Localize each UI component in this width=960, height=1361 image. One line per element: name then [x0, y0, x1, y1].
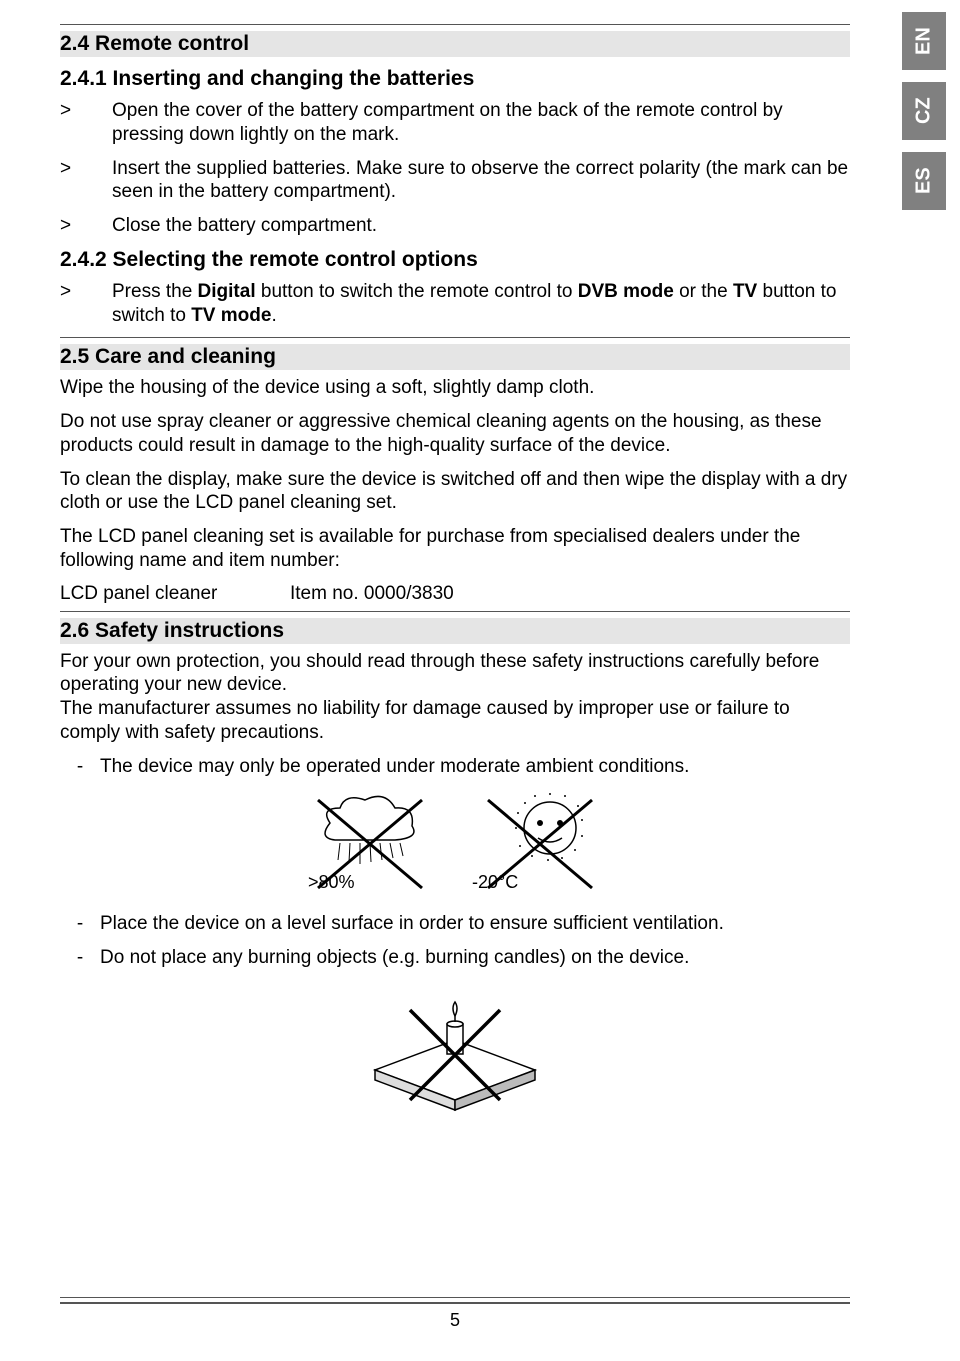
text: button to switch the remote control to [256, 281, 578, 302]
rule [60, 611, 850, 612]
lang-tab-en[interactable]: EN [902, 12, 946, 70]
heading-2-5: 2.5 Care and cleaning [60, 344, 850, 370]
list-text: Insert the supplied batteries. Make sure… [112, 157, 850, 205]
page-number: 5 [60, 1310, 850, 1331]
item-number: Item no. 0000/3830 [290, 583, 454, 605]
heading-2-4: 2.4 Remote control [60, 31, 850, 57]
marker: > [60, 214, 112, 238]
rule-thin [60, 1297, 850, 1298]
heading-2-4-1: 2.4.1 Inserting and changing the batteri… [60, 67, 850, 91]
marker: - [60, 946, 100, 970]
list-item: > Open the cover of the battery compartm… [60, 99, 850, 147]
rule-thick [60, 1302, 850, 1304]
marker: > [60, 99, 112, 123]
item-number-line: LCD panel cleaner Item no. 0000/3830 [60, 583, 850, 605]
humidity-temperature-figure: >80% -20°C [60, 788, 850, 898]
bold-tv-mode: TV mode [191, 305, 271, 326]
rule [60, 337, 850, 338]
list-item: - Place the device on a level surface in… [60, 912, 850, 936]
bold-dvb-mode: DVB mode [578, 281, 674, 302]
heading-2-4-2: 2.4.2 Selecting the remote control optio… [60, 248, 850, 272]
list-text: Place the device on a level surface in o… [100, 912, 850, 936]
paragraph: The LCD panel cleaning set is available … [60, 525, 850, 573]
page-footer: 5 [60, 1297, 850, 1331]
rule [60, 24, 850, 25]
list-text: Open the cover of the battery compartmen… [112, 99, 850, 147]
list-text: Close the battery compartment. [112, 214, 850, 238]
bold-digital: Digital [198, 281, 256, 302]
marker: - [60, 755, 100, 779]
marker: - [60, 912, 100, 936]
no-candle-icon [355, 980, 555, 1120]
candle-on-device-figure [60, 980, 850, 1120]
text: or the [674, 281, 733, 302]
paragraph: To clean the display, make sure the devi… [60, 468, 850, 516]
item-label: LCD panel cleaner [60, 583, 290, 605]
text: Press the [112, 281, 198, 302]
marker: > [60, 280, 112, 304]
list-text: Do not place any burning objects (e.g. b… [100, 946, 850, 970]
text: . [271, 305, 276, 326]
language-tabs: EN CZ ES [902, 12, 946, 210]
lang-tab-cz[interactable]: CZ [902, 82, 946, 140]
paragraph: The manufacturer assumes no liability fo… [60, 697, 850, 745]
page-content: 2.4 Remote control 2.4.1 Inserting and c… [60, 24, 850, 1120]
lang-tab-es[interactable]: ES [902, 152, 946, 210]
paragraph: Do not use spray cleaner or aggressive c… [60, 410, 850, 458]
list-item: - The device may only be operated under … [60, 755, 850, 779]
bold-tv: TV [733, 281, 757, 302]
list-item: > Press the Digital button to switch the… [60, 280, 850, 328]
temperature-icon: -20°C [470, 788, 610, 898]
humidity-icon: >80% [300, 788, 440, 898]
list-2-4-1: > Open the cover of the battery compartm… [60, 99, 850, 238]
list-item: - Do not place any burning objects (e.g.… [60, 946, 850, 970]
heading-2-6: 2.6 Safety instructions [60, 618, 850, 644]
marker: > [60, 157, 112, 181]
list-text: The device may only be operated under mo… [100, 755, 850, 779]
paragraph: For your own protection, you should read… [60, 650, 850, 698]
list-text: Press the Digital button to switch the r… [112, 280, 850, 328]
list-item: > Close the battery compartment. [60, 214, 850, 238]
list-item: > Insert the supplied batteries. Make su… [60, 157, 850, 205]
paragraph: Wipe the housing of the device using a s… [60, 376, 850, 400]
